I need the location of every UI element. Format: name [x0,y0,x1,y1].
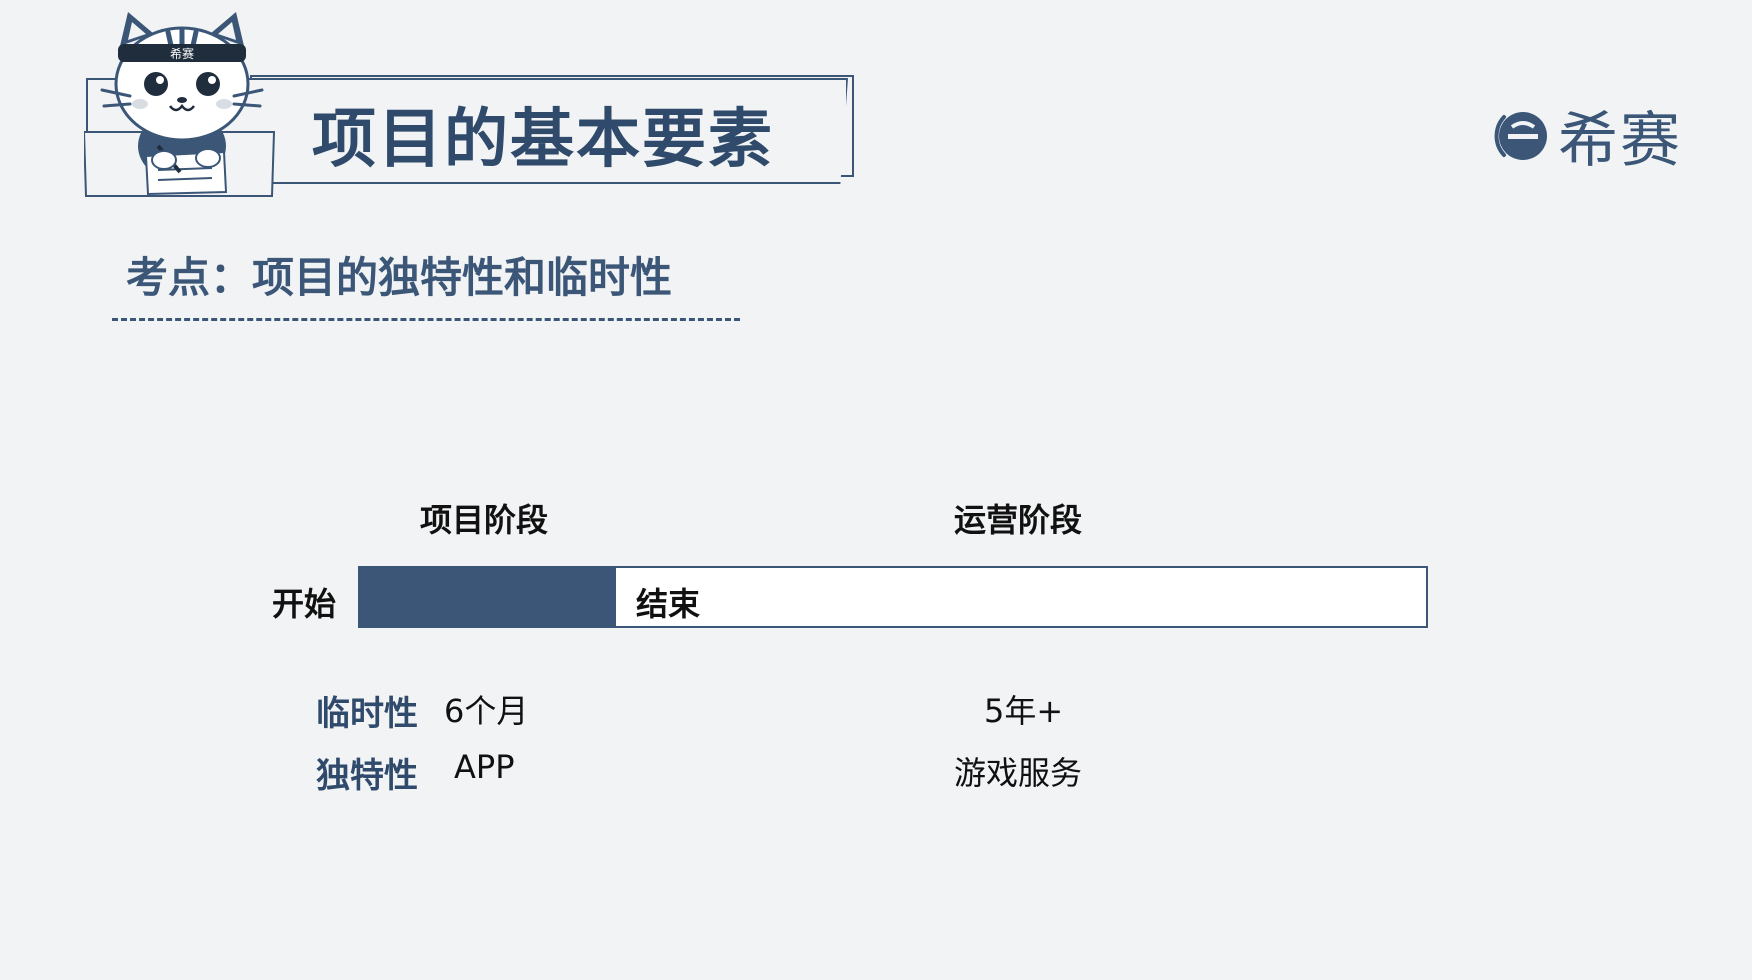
attribute-project-value-temporary: 6个月 [444,692,529,730]
brand-name: 希赛 [1558,106,1682,176]
timeline-start-label: 开始 [272,585,337,623]
attribute-operations-value-temporary: 5年+ [984,692,1064,730]
dashed-divider [112,318,740,321]
attribute-operations-value-unique: 游戏服务 [954,754,1083,792]
key-point-heading: 考点：项目的独特性和临时性 [126,253,673,302]
attribute-project-value-unique: APP [454,748,515,786]
brand-logo: 希赛 [1490,92,1682,179]
timeline-project-segment [358,566,616,628]
timeline-end-label: 结束 [636,585,701,623]
brand-e-logo-icon [1494,111,1547,160]
phase-label-project: 项目阶段 [420,501,549,539]
attribute-label-temporary: 临时性 [316,694,418,734]
page-title: 项目的基本要素 [312,103,774,177]
cat-mascot-icon: 希赛 [84,12,276,197]
mascot-headband-text: 希赛 [170,46,194,61]
phase-label-operations: 运营阶段 [954,501,1083,539]
attribute-label-unique: 独特性 [316,756,418,796]
